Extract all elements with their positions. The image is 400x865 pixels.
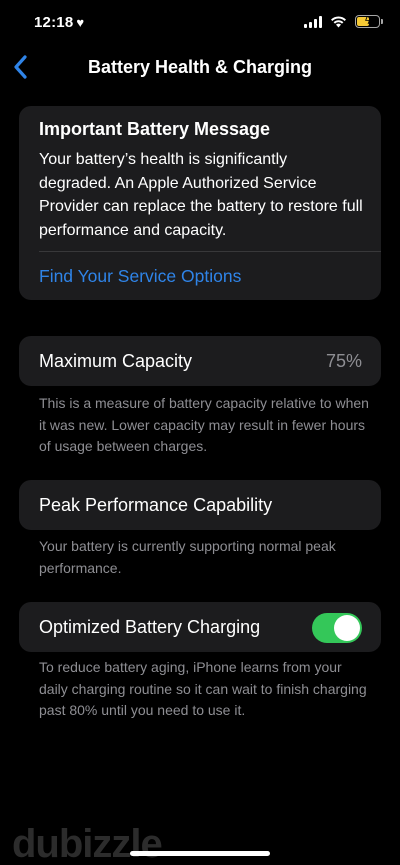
toggle-knob	[334, 615, 360, 641]
optimized-charging-toggle[interactable]	[312, 613, 362, 643]
bolt-icon: ϟ	[364, 15, 371, 27]
heart-icon: ♥	[76, 15, 85, 30]
status-time: 12:18 ♥	[34, 14, 84, 31]
maximum-capacity-value: 75%	[325, 351, 362, 371]
battery-message-card: Important Battery Message Your battery’s…	[19, 106, 381, 300]
divider	[39, 251, 381, 252]
peak-performance-label: Peak Performance Capability	[39, 495, 273, 515]
optimized-charging-row: Optimized Battery Charging	[19, 602, 381, 652]
cellular-signal-icon	[304, 15, 322, 28]
maximum-capacity-footnote: This is a measure of battery capacity re…	[39, 395, 369, 454]
navigation-bar: Battery Health & Charging	[0, 50, 400, 84]
battery-message-title: Important Battery Message	[39, 119, 271, 139]
battery-charging-icon: ϟ	[355, 15, 383, 28]
maximum-capacity-row: Maximum Capacity 75%	[19, 336, 381, 386]
status-indicators: ϟ	[304, 15, 383, 28]
home-indicator[interactable]	[130, 851, 270, 856]
dubizzle-watermark-logo: dubizzle	[12, 822, 163, 865]
page-title: Battery Health & Charging	[87, 57, 313, 77]
peak-performance-row: Peak Performance Capability	[19, 480, 381, 530]
status-bar: 12:18 ♥ ϟ	[0, 0, 400, 46]
find-service-options-link[interactable]: Find Your Service Options	[39, 266, 241, 287]
optimized-charging-label: Optimized Battery Charging	[39, 617, 261, 637]
optimized-charging-footnote: To reduce battery aging, iPhone learns f…	[39, 659, 367, 718]
peak-performance-footnote: Your battery is currently supporting nor…	[39, 538, 336, 576]
clock-label: 12:18	[34, 14, 74, 31]
wifi-icon	[331, 15, 346, 27]
maximum-capacity-label: Maximum Capacity	[39, 351, 193, 371]
battery-message-body: Your battery’s health is significantly d…	[39, 151, 363, 239]
